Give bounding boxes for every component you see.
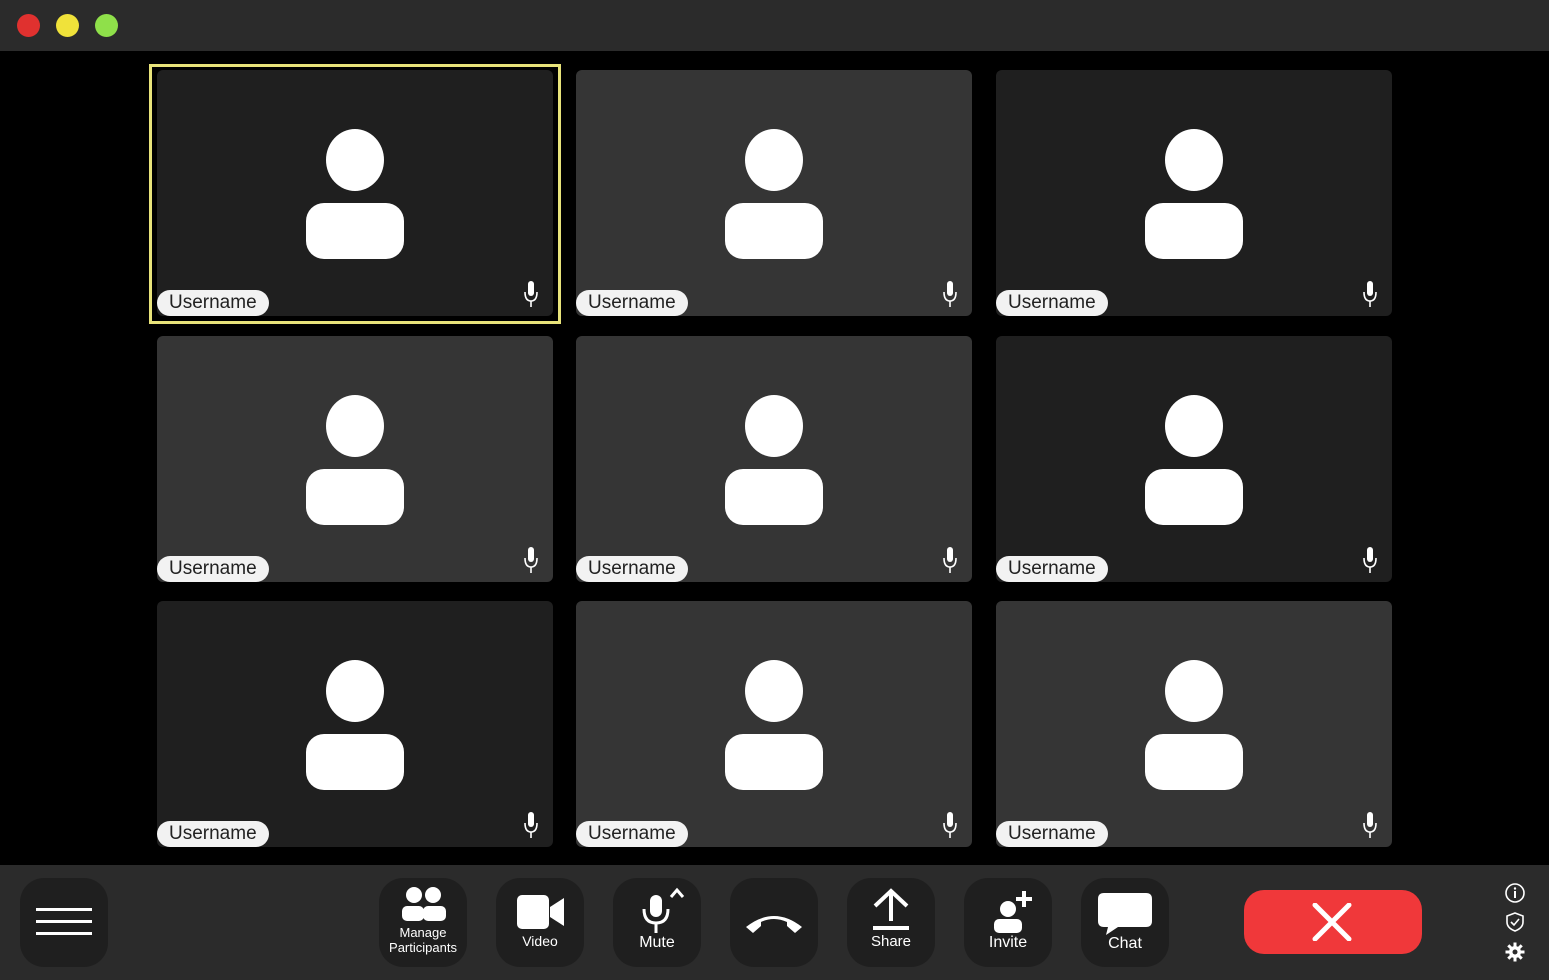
manage-participants-button[interactable]: Manage Participants <box>379 878 467 967</box>
avatar-icon <box>1145 395 1243 525</box>
invite-button[interactable]: Invite <box>964 878 1052 967</box>
chat-button[interactable]: Chat <box>1081 878 1169 967</box>
microphone-icon <box>943 281 957 307</box>
participant-tile[interactable]: Username <box>996 601 1392 847</box>
microphone-icon <box>642 887 685 933</box>
video-grid: Username Username Username Username Username… <box>0 51 1549 865</box>
video-camera-icon <box>517 895 564 929</box>
participant-tile[interactable]: Username <box>157 601 553 847</box>
microphone-icon <box>1363 812 1377 838</box>
mute-label: Mute <box>639 934 675 951</box>
avatar-icon <box>1145 660 1243 790</box>
hang-up-icon <box>746 916 802 933</box>
leave-meeting-button[interactable] <box>1244 890 1422 954</box>
participant-name: Username <box>996 556 1108 582</box>
participant-name: Username <box>576 290 688 316</box>
participant-tile[interactable]: Username <box>576 601 972 847</box>
video-button[interactable]: Video <box>496 878 584 967</box>
manage-participants-label-2: Participants <box>389 940 457 955</box>
window-maximize-button[interactable] <box>95 14 118 37</box>
participant-tile[interactable]: Username <box>576 336 972 582</box>
avatar-icon <box>306 660 404 790</box>
share-label: Share <box>870 933 912 950</box>
hang-up-button[interactable] <box>730 878 818 967</box>
microphone-icon <box>943 812 957 838</box>
participant-name: Username <box>576 556 688 582</box>
chat-bubble-icon <box>1098 893 1152 935</box>
microphone-icon <box>1363 281 1377 307</box>
window-minimize-button[interactable] <box>56 14 79 37</box>
title-bar <box>0 0 1549 51</box>
participant-name: Username <box>576 821 688 847</box>
microphone-icon <box>943 547 957 573</box>
participant-tile[interactable]: Username <box>996 336 1392 582</box>
participant-name: Username <box>157 290 269 316</box>
mute-button[interactable]: Mute <box>613 878 701 967</box>
participant-name: Username <box>996 290 1108 316</box>
participant-tile[interactable]: Username <box>996 70 1392 316</box>
chat-label: Chat <box>1108 935 1142 952</box>
meeting-toolbar: Manage Participants Video Mute Share Inv… <box>0 865 1549 980</box>
participant-name: Username <box>996 821 1108 847</box>
participant-tile[interactable]: Username <box>157 336 553 582</box>
share-button[interactable]: Share <box>847 878 935 967</box>
avatar-icon <box>725 129 823 259</box>
avatar-icon <box>306 395 404 525</box>
microphone-icon <box>1363 547 1377 573</box>
menu-icon <box>36 908 92 935</box>
avatar-icon <box>1145 129 1243 259</box>
menu-button[interactable] <box>20 878 108 967</box>
invite-label: Invite <box>988 934 1028 951</box>
microphone-icon <box>524 812 538 838</box>
shield-icon[interactable] <box>1504 911 1526 933</box>
avatar-icon <box>306 129 404 259</box>
invite-user-icon <box>994 891 1032 933</box>
microphone-icon <box>524 281 538 307</box>
manage-participants-label-1: Manage <box>399 925 447 940</box>
participants-icon <box>402 887 446 921</box>
avatar-icon <box>725 660 823 790</box>
close-x-icon <box>1312 903 1352 941</box>
participant-tile[interactable]: Username <box>576 70 972 316</box>
participant-name: Username <box>157 821 269 847</box>
video-label: Video <box>522 933 558 949</box>
participant-name: Username <box>157 556 269 582</box>
info-icon[interactable] <box>1504 882 1526 904</box>
avatar-icon <box>725 395 823 525</box>
participant-tile[interactable]: Username <box>157 70 553 316</box>
window-close-button[interactable] <box>17 14 40 37</box>
microphone-icon <box>524 547 538 573</box>
share-upload-icon <box>873 888 909 930</box>
gear-icon[interactable] <box>1504 941 1526 963</box>
